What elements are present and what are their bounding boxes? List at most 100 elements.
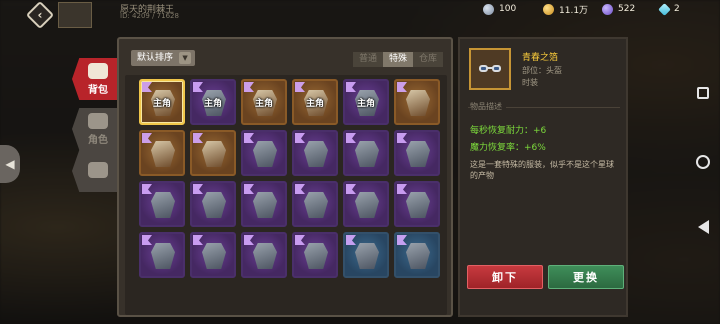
gold-coin-icon <box>543 3 554 15</box>
item-attribute: 魔力恢复率：+6% <box>470 143 546 153</box>
plate-armor-icon <box>202 243 226 269</box>
tab-label: 背包 <box>88 84 108 96</box>
sort-dropdown[interactable]: 默认排序 ▼ <box>131 50 196 66</box>
rarity-badge-icon <box>346 235 356 245</box>
equipped-tag: 主角 <box>203 99 222 109</box>
inventory-slot[interactable]: 主角 <box>292 79 338 125</box>
tab-label: 角色 <box>88 134 108 146</box>
inventory-slot[interactable] <box>190 232 236 278</box>
inventory-slot[interactable] <box>394 130 440 176</box>
rarity-badge-icon <box>397 133 407 143</box>
rarity-badge-icon <box>244 133 254 143</box>
change-button[interactable]: 更换 <box>548 265 624 289</box>
character-icon <box>88 112 108 129</box>
inventory-slot[interactable] <box>394 181 440 227</box>
filter-storage[interactable]: 仓库 <box>412 52 443 67</box>
rarity-badge-icon <box>244 235 254 245</box>
inventory-slot[interactable] <box>190 181 236 227</box>
inventory-slot[interactable] <box>139 181 185 227</box>
equipped-tag: 主角 <box>254 99 273 109</box>
filter-special[interactable]: 特殊 <box>382 52 413 67</box>
inventory-slot[interactable] <box>292 232 338 278</box>
item-attribute: 每秒恢复耐力：+6 <box>470 126 547 136</box>
home-icon[interactable] <box>696 155 710 169</box>
horned-helmet-icon <box>253 141 277 167</box>
chevron-down-icon: ▼ <box>179 52 192 64</box>
inventory-panel: 默认排序 ▼ 普通 特殊 仓库 主角 主角 主角 主角 主角 <box>117 37 453 317</box>
inventory-grid: 主角 主角 主角 主角 主角 <box>139 79 440 278</box>
inventory-slot[interactable] <box>241 130 287 176</box>
filter-normal[interactable]: 普通 <box>352 52 383 67</box>
bracer-icon <box>304 243 328 269</box>
avatar[interactable] <box>58 2 92 28</box>
currency-value: 2 <box>674 4 680 14</box>
leg-guard-icon <box>406 192 430 218</box>
equipped-tag: 主角 <box>152 99 171 109</box>
leather-vest-icon <box>304 192 328 218</box>
side-drawer-handle[interactable]: ◀ <box>0 145 20 183</box>
currency-silver: 100 <box>483 2 516 16</box>
item-name: 青春之箔 <box>522 53 559 63</box>
equipped-tag: 主角 <box>356 99 375 109</box>
rarity-badge-icon <box>397 235 407 245</box>
sort-label: 默认排序 <box>137 53 174 63</box>
rarity-badge-icon <box>244 82 254 92</box>
gear-icon <box>88 162 108 178</box>
rarity-badge-icon <box>193 235 203 245</box>
inventory-slot[interactable] <box>343 181 389 227</box>
inventory-slot[interactable] <box>343 232 389 278</box>
inventory-slot[interactable] <box>241 181 287 227</box>
currency-value: 11.1万 <box>559 5 589 16</box>
player-id: ID: 4209 / 71628 <box>120 12 179 20</box>
inventory-slot[interactable] <box>292 130 338 176</box>
rarity-badge-icon <box>142 82 152 92</box>
red-cloak-icon <box>355 141 379 167</box>
equipped-tag: 主角 <box>305 99 324 109</box>
steel-helm-icon <box>151 192 175 218</box>
inventory-slot[interactable] <box>343 130 389 176</box>
rarity-badge-icon <box>295 82 305 92</box>
inventory-slot[interactable] <box>241 232 287 278</box>
fish-skull-icon <box>406 243 430 269</box>
inventory-slot[interactable] <box>394 79 440 125</box>
backpack-icon <box>88 62 108 79</box>
inventory-slot[interactable] <box>139 130 185 176</box>
item-detail-panel: 青春之箔 部位：头盔 时装 物品描述 每秒恢复耐力：+6 魔力恢复率：+6% 这… <box>458 37 628 317</box>
filter-tabs: 普通 特殊 仓库 <box>352 52 443 67</box>
rarity-badge-icon <box>295 235 305 245</box>
section-title: 物品描述 <box>470 101 506 112</box>
item-type: 时装 <box>522 78 538 87</box>
recent-apps-icon[interactable] <box>697 87 709 99</box>
gold-helm-icon <box>253 192 277 218</box>
rarity-badge-icon <box>193 133 203 143</box>
inventory-slot[interactable]: 主角 <box>343 79 389 125</box>
inventory-slot[interactable]: 主角 <box>190 79 236 125</box>
inventory-slot[interactable]: 主角 <box>139 79 185 125</box>
demon-mask-icon <box>151 141 175 167</box>
rarity-badge-icon <box>346 133 356 143</box>
purple-gem-icon <box>602 3 613 15</box>
rarity-badge-icon <box>244 184 254 194</box>
item-description: 这是一套特殊的服装，似乎不是这个星球的产物 <box>470 160 614 180</box>
inventory-slot[interactable]: 主角 <box>241 79 287 125</box>
inventory-slot[interactable] <box>190 130 236 176</box>
rarity-badge-icon <box>142 235 152 245</box>
rarity-badge-icon <box>142 184 152 194</box>
rarity-badge-icon <box>397 82 407 92</box>
rarity-badge-icon <box>346 184 356 194</box>
inventory-slot[interactable] <box>394 232 440 278</box>
inventory-slot[interactable] <box>139 232 185 278</box>
inventory-slot[interactable] <box>292 181 338 227</box>
chainmail-icon <box>355 243 379 269</box>
rarity-badge-icon <box>346 82 356 92</box>
currency-value: 100 <box>499 4 517 14</box>
feather-helm-icon <box>304 141 328 167</box>
rarity-badge-icon <box>397 184 407 194</box>
rarity-badge-icon <box>193 184 203 194</box>
rarity-badge-icon <box>295 184 305 194</box>
unequip-button[interactable]: 卸下 <box>467 265 543 289</box>
back-nav-icon[interactable] <box>698 220 709 234</box>
currency-value: 522 <box>618 4 636 14</box>
ring-icon <box>253 243 277 269</box>
skull-mask-icon <box>151 243 175 269</box>
